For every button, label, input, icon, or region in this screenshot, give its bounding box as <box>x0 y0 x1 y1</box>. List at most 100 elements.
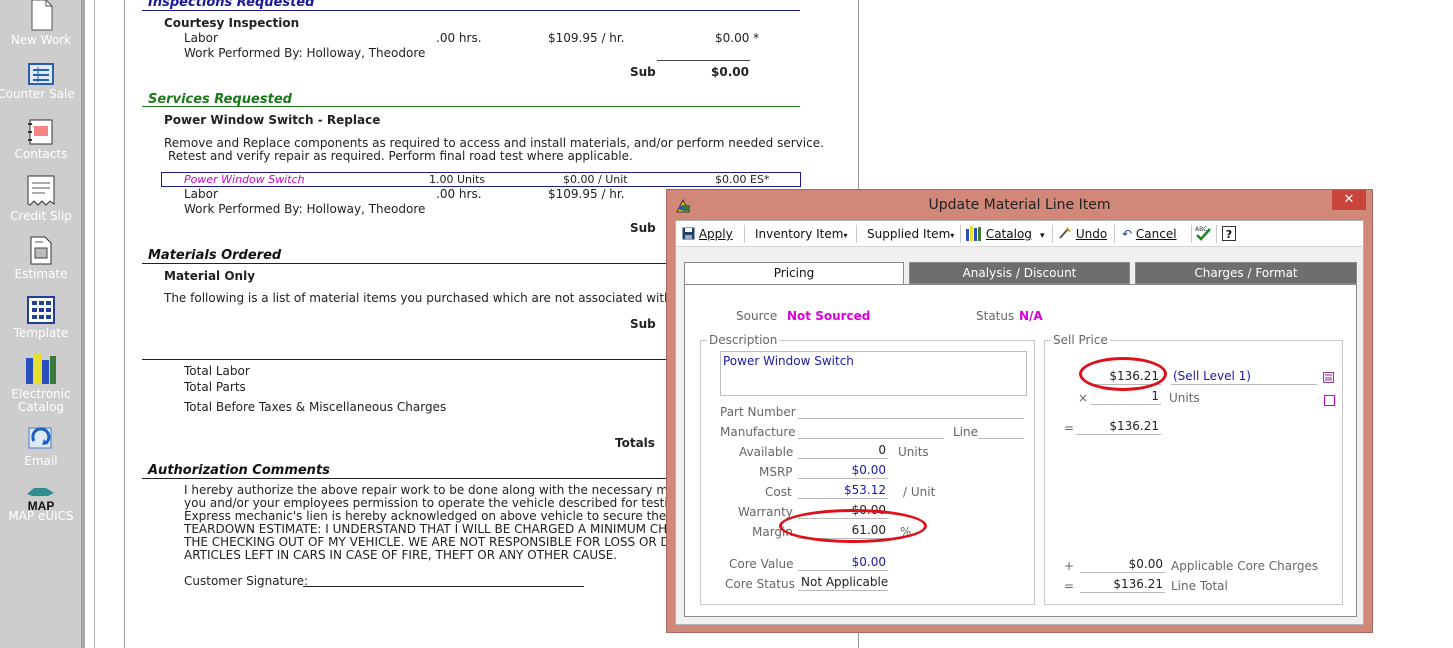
signature-label: Customer Signature: <box>184 574 309 588</box>
line-total-field: $136.21 <box>1080 577 1165 593</box>
status-label: Status <box>976 309 1015 323</box>
inspection-sub-label: Sub <box>630 65 656 79</box>
quantity-checkbox[interactable] <box>1324 395 1335 406</box>
sell-level-select[interactable]: (Sell Level 1) <box>1171 369 1317 385</box>
launcher-electronic-catalog[interactable]: Electronic Catalog <box>0 352 82 414</box>
manufacture-field[interactable] <box>798 423 944 439</box>
launcher-contacts[interactable]: Contacts <box>0 118 82 161</box>
launcher-template[interactable]: Template <box>0 295 82 340</box>
cost-field[interactable]: $53.12 <box>798 483 888 499</box>
help-button[interactable]: ? <box>1222 225 1236 243</box>
toolbar-separator <box>960 225 961 243</box>
tab-pricing[interactable]: Pricing <box>684 262 904 285</box>
map-euics-icon: MAP <box>27 488 54 512</box>
help-icon: ? <box>1222 226 1236 241</box>
undo-button[interactable]: Undo <box>1058 225 1107 243</box>
equals-symbol-total: = <box>1064 579 1075 593</box>
signature-line <box>303 586 584 587</box>
dropdown-arrow-icon: ▾ <box>843 231 848 240</box>
core-charges-field: $0.00 <box>1080 557 1165 573</box>
svg-text:ABC: ABC <box>1195 226 1207 233</box>
launcher-label-2: Catalog <box>17 400 65 414</box>
service-description-1: Remove and Replace components as require… <box>164 136 824 150</box>
authorization-header: Authorization Comments <box>148 463 330 478</box>
core-status-label: Core Status <box>725 577 795 591</box>
material-item-name: Power Window Switch <box>184 173 305 186</box>
launcher-email[interactable]: Email <box>0 425 82 468</box>
dropdown-arrow-icon: ▾ <box>950 231 955 240</box>
tab-analysis-discount[interactable]: Analysis / Discount <box>909 262 1130 284</box>
pricing-panel: Source Not Sourced Status N/A Descriptio… <box>684 284 1357 617</box>
toolbar-separator <box>744 225 745 243</box>
cost-label: Cost <box>765 485 792 499</box>
tab-charges-format[interactable]: Charges / Format <box>1135 262 1357 284</box>
inspection-labor-rate: $109.95 / hr. <box>548 31 625 45</box>
materials-header: Materials Ordered <box>148 248 282 263</box>
description-group: Description Power Window Switch Part Num… <box>700 333 1035 605</box>
apply-button[interactable]: Apply <box>682 225 733 243</box>
sidebar-splitter[interactable] <box>82 0 85 648</box>
launcher-credit-slip[interactable]: Credit Slip <box>0 174 82 223</box>
dialog-toolbar: Apply Inventory Item▾ Supplied Item▾ Cat… <box>676 221 1363 247</box>
catalog-label: Catalog <box>985 227 1032 241</box>
toolbar-separator <box>1216 225 1217 243</box>
part-number-field[interactable] <box>798 403 1024 419</box>
launcher-estimate[interactable]: Estimate <box>0 236 82 281</box>
extended-price-field: $136.21 <box>1076 419 1161 435</box>
svg-text:?: ? <box>1226 228 1232 241</box>
materials-title: Material Only <box>164 269 256 283</box>
supplied-item-button[interactable]: Supplied Item▾ <box>867 225 954 243</box>
close-button[interactable]: ✕ <box>1332 190 1366 210</box>
authorization-line: ARTICLES LEFT IN CARS IN CASE OF FIRE, T… <box>184 548 618 562</box>
launcher-label: Counter Sale <box>0 87 75 101</box>
line-field[interactable] <box>978 423 1024 439</box>
quantity-field[interactable]: 1 <box>1091 389 1161 405</box>
dropdown-arrow-icon: ▾ <box>1040 231 1045 241</box>
panel-divider <box>94 0 95 648</box>
inspection-labor-hrs: .00 hrs. <box>436 31 482 45</box>
launcher-label: Contacts <box>14 147 68 161</box>
spell-check-button[interactable]: ABC <box>1194 225 1212 243</box>
available-field[interactable]: 0 <box>798 443 888 459</box>
core-value-field[interactable]: $0.00 <box>798 555 888 571</box>
inspections-header: Inspections Requested <box>148 0 315 10</box>
margin-highlight-oval <box>779 509 927 543</box>
sell-price-group: Sell Price $136.21 (Sell Level 1) × 1 Un… <box>1044 333 1343 605</box>
totals-label: Totals <box>615 436 655 450</box>
contacts-icon <box>28 119 53 145</box>
supplied-item-label: Supplied Item <box>867 227 951 241</box>
service-title: Power Window Switch - Replace <box>164 113 381 127</box>
launcher-new-work[interactable]: New Work <box>0 0 82 47</box>
catalog-button[interactable]: Catalog <box>966 225 1032 243</box>
service-performed-by: Work Performed By: Holloway, Theodore <box>184 202 426 216</box>
description-textarea[interactable]: Power Window Switch <box>720 351 1027 396</box>
dialog-title-bar[interactable]: Update Material Line Item ✕ <box>667 190 1372 220</box>
warranty-label: Warranty <box>738 505 793 519</box>
launcher-counter-sale[interactable]: Counter Sale <box>0 62 82 101</box>
new-work-icon <box>31 0 53 31</box>
save-icon <box>682 227 695 240</box>
launcher-label: Template <box>13 326 69 340</box>
manufacture-label: Manufacture <box>720 425 796 439</box>
toolbar-separator <box>856 225 857 243</box>
line-total-label: Line Total <box>1171 579 1228 593</box>
selected-material-row[interactable]: Power Window Switch 1.00 Units $0.00 / U… <box>161 172 801 187</box>
catalog-dropdown[interactable]: ▾ <box>1040 225 1045 243</box>
services-header: Services Requested <box>148 92 292 107</box>
authorization-rule <box>142 478 672 479</box>
available-label: Available <box>739 445 794 459</box>
inventory-item-button[interactable]: Inventory Item▾ <box>755 225 847 243</box>
authorization-line: THE CHECKING OUT OF MY VEHICLE. WE ARE N… <box>184 535 689 549</box>
core-status-select[interactable]: Not Applicable <box>798 575 888 591</box>
sell-price-legend: Sell Price <box>1051 333 1110 347</box>
description-legend: Description <box>707 333 780 347</box>
source-label: Source <box>736 309 778 323</box>
sell-level-calculator-icon[interactable] <box>1323 372 1334 383</box>
launcher-label: Estimate <box>14 267 68 281</box>
launcher-label: New Work <box>10 33 72 47</box>
launcher-map-euics[interactable]: MAP MAP eUICS <box>0 484 82 523</box>
cancel-button[interactable]: ↶ Cancel <box>1122 225 1177 243</box>
sell-price-highlight-oval <box>1079 357 1167 391</box>
materials-rule <box>142 263 672 264</box>
msrp-field[interactable]: $0.00 <box>798 463 888 479</box>
